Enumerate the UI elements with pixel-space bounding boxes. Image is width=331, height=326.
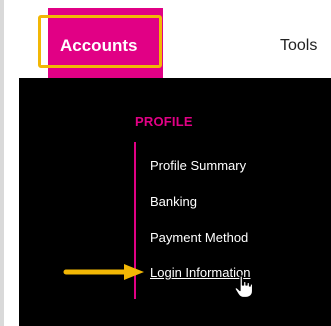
menu-item-banking[interactable]: Banking	[150, 194, 197, 210]
menu-item-profile-summary[interactable]: Profile Summary	[150, 158, 246, 174]
pointer-arrow-icon	[63, 264, 144, 280]
nav-tab-accounts-label[interactable]: Accounts	[60, 36, 137, 56]
nav-tab-tools[interactable]: Tools	[280, 36, 317, 56]
profile-section-heading: PROFILE	[135, 114, 193, 129]
menu-item-payment-method[interactable]: Payment Method	[150, 230, 248, 246]
hand-cursor-icon	[234, 275, 254, 299]
